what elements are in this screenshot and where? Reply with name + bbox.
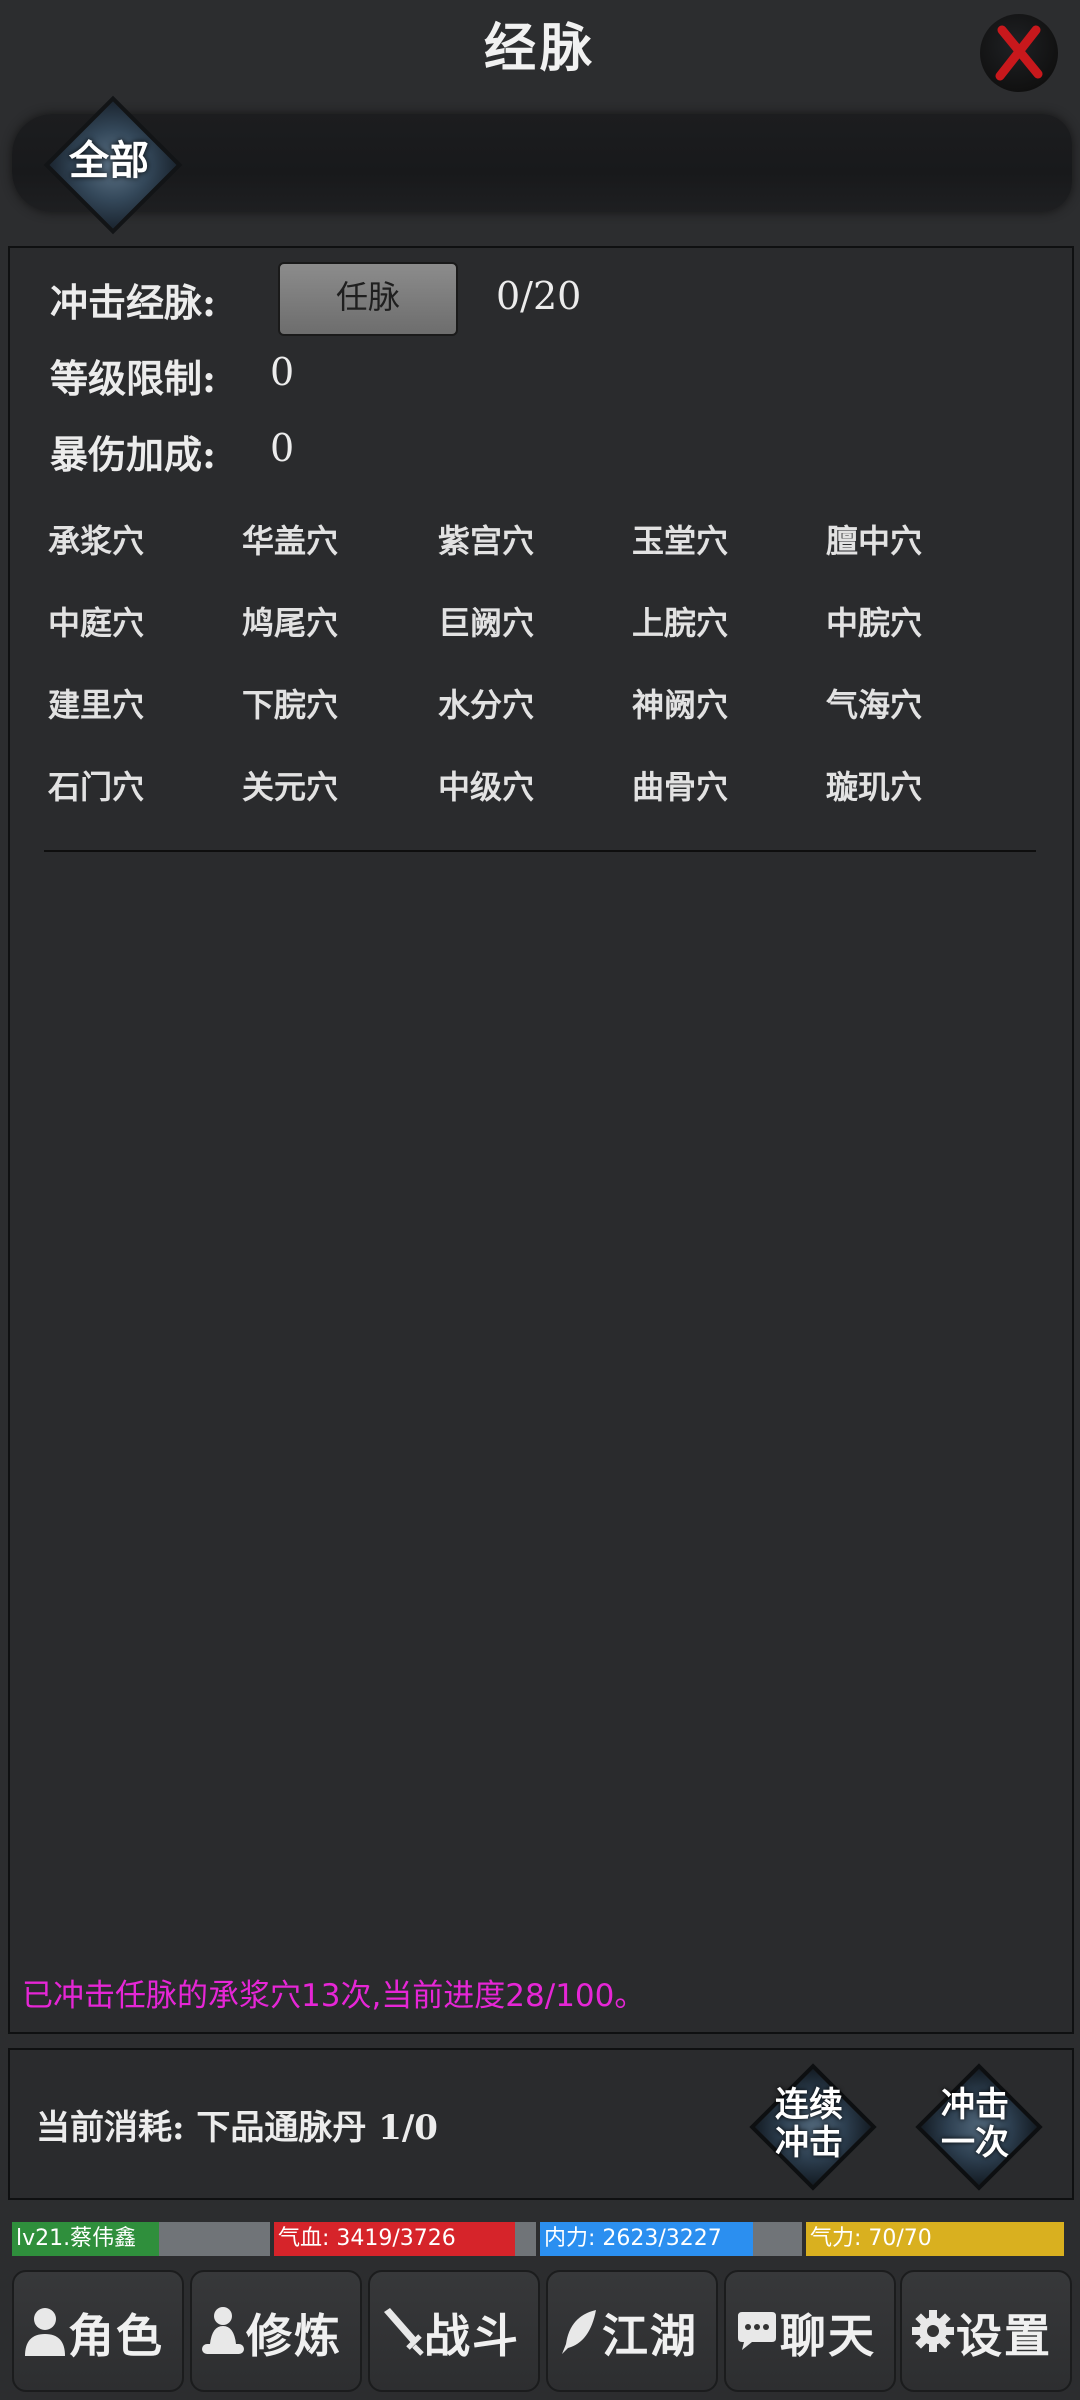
page-title: 经脉 <box>483 18 596 79</box>
mp-text: 内力: 2623/3227 <box>544 2226 722 2251</box>
hp-text: 气血: 3419/3726 <box>278 2226 456 2251</box>
meditate-icon <box>202 2307 244 2354</box>
feather-icon <box>562 2310 596 2354</box>
meridian-select-button[interactable]: 任脉 <box>278 262 458 336</box>
stamina-text: 气力: 70/70 <box>810 2226 932 2251</box>
close-icon <box>995 25 1043 81</box>
level-limit-value: 0 <box>270 350 295 394</box>
acupoint[interactable]: 关元穴 <box>242 762 392 808</box>
acupoint[interactable]: 石门穴 <box>48 762 198 808</box>
sword-icon <box>384 2308 424 2356</box>
acupoint[interactable]: 鸠尾穴 <box>242 598 392 644</box>
meridian-panel <box>8 246 1074 2034</box>
nav-role[interactable]: 角色 <box>12 2270 184 2392</box>
continuous-label-line2: 冲击 <box>775 2123 843 2163</box>
player-level-text: lv21.蔡伟鑫 <box>16 2226 137 2251</box>
acupoint[interactable]: 建里穴 <box>48 680 198 726</box>
acupoint[interactable]: 紫宫穴 <box>438 516 588 562</box>
nav-label: 战斗 <box>424 2309 520 2363</box>
acupoint[interactable]: 巨阙穴 <box>438 598 588 644</box>
acupoint[interactable]: 水分穴 <box>438 680 588 726</box>
acupoint[interactable]: 中级穴 <box>438 762 588 808</box>
acupoint[interactable]: 下脘穴 <box>242 680 392 726</box>
nav-settings[interactable]: 设置 <box>900 2270 1072 2392</box>
nav-label: 设置 <box>956 2309 1052 2363</box>
tab-all-label: 全部 <box>69 137 149 184</box>
acupoint[interactable]: 华盖穴 <box>242 516 392 562</box>
divider <box>44 850 1036 852</box>
crit-bonus-value: 0 <box>270 426 295 470</box>
acupoint[interactable]: 承浆穴 <box>48 516 198 562</box>
nav-jianghu[interactable]: 江湖 <box>546 2270 718 2392</box>
mp-bar: 内力: 2623/3227 <box>540 2222 802 2256</box>
meridian-progress: 0/20 <box>496 274 582 318</box>
level-limit-label: 等级限制: <box>50 356 217 401</box>
chat-icon <box>738 2312 776 2350</box>
continuous-label-line1: 连续 <box>775 2085 843 2125</box>
close-button[interactable] <box>980 14 1058 92</box>
continuous-impact-button[interactable]: 连续 冲击 <box>744 2058 877 2191</box>
impact-log: 已冲击任脉的承浆穴13次,当前进度28/100。 <box>22 1978 646 2014</box>
acupoint[interactable]: 璇玑穴 <box>826 762 976 808</box>
nav-label: 角色 <box>68 2309 164 2363</box>
hp-bar: 气血: 3419/3726 <box>274 2222 536 2256</box>
player-level-bar: lv21.蔡伟鑫 <box>12 2222 270 2256</box>
person-icon <box>25 2308 65 2356</box>
nav-cultivate[interactable]: 修炼 <box>190 2270 362 2392</box>
acupoint[interactable]: 玉堂穴 <box>632 516 782 562</box>
acupoint[interactable]: 神阙穴 <box>632 680 782 726</box>
current-cost: 当前消耗: 下品通脉丹 1/0 <box>36 2108 438 2148</box>
nav-label: 聊天 <box>780 2309 876 2363</box>
nav-label: 修炼 <box>246 2309 342 2363</box>
acupoint[interactable]: 上脘穴 <box>632 598 782 644</box>
once-label-line1: 冲击 <box>941 2085 1009 2125</box>
nav-chat[interactable]: 聊天 <box>724 2270 896 2392</box>
acupoint[interactable]: 气海穴 <box>826 680 976 726</box>
acupoint[interactable]: 膻中穴 <box>826 516 976 562</box>
once-label-line2: 一次 <box>941 2123 1009 2163</box>
acupoint[interactable]: 中庭穴 <box>48 598 198 644</box>
acupoint[interactable]: 曲骨穴 <box>632 762 782 808</box>
nav-label: 江湖 <box>602 2309 698 2363</box>
impact-once-button[interactable]: 冲击 一次 <box>910 2058 1043 2191</box>
stamina-bar: 气力: 70/70 <box>806 2222 1064 2256</box>
crit-bonus-label: 暴伤加成: <box>50 432 217 477</box>
impact-meridian-label: 冲击经脉: <box>50 280 217 325</box>
acupoint[interactable]: 中脘穴 <box>826 598 976 644</box>
tab-all[interactable]: 全部 <box>43 95 183 235</box>
gear-icon <box>912 2310 954 2352</box>
nav-battle[interactable]: 战斗 <box>368 2270 540 2392</box>
